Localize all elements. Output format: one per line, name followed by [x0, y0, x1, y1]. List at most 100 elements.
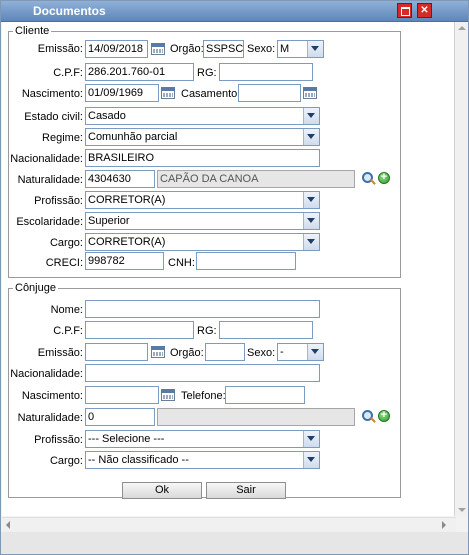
search-icon[interactable] [362, 410, 376, 424]
naturalidade-city-field: CAPÃO DA CANOA [157, 170, 355, 188]
rg-label: RG: [197, 67, 217, 79]
form-content: Cliente Emissão: 14/09/2018 Orgão: SSPSC… [2, 22, 455, 516]
estado-civil-label: Estado civil: [24, 111, 83, 123]
calendar-icon[interactable] [149, 40, 167, 58]
chevron-down-icon [303, 108, 319, 124]
conjuge-cpf-label: C.P.F: [53, 325, 83, 337]
chevron-down-icon [303, 431, 319, 447]
window-footer [1, 532, 468, 554]
search-icon[interactable] [362, 172, 376, 186]
scroll-up-icon[interactable] [458, 26, 466, 30]
conjuge-profissao-select[interactable]: --- Selecione --- [85, 430, 320, 448]
horizontal-scrollbar[interactable] [2, 517, 456, 532]
conjuge-emissao-label: Emissão: [37, 347, 83, 359]
vertical-scrollbar[interactable] [456, 22, 468, 516]
chevron-down-icon [303, 234, 319, 250]
cliente-legend: Cliente [15, 25, 50, 37]
nacionalidade-field[interactable]: BRASILEIRO [85, 149, 320, 167]
nascimento-label: Nascimento: [21, 88, 83, 100]
add-icon[interactable]: + [378, 410, 390, 422]
conjuge-profissao-label: Profissão: [34, 434, 83, 446]
estado-civil-value: Casado [88, 110, 126, 122]
escolaridade-label: Escolaridade: [16, 216, 83, 228]
conjuge-sexo-label: Sexo: [247, 347, 276, 359]
rg-field[interactable] [219, 63, 313, 81]
conjuge-cargo-label: Cargo: [49, 455, 83, 467]
conjuge-cpf-field[interactable] [85, 321, 194, 339]
conjuge-sexo-select[interactable]: - [277, 343, 324, 361]
conjuge-telefone-label: Telefone: [181, 390, 226, 402]
emissao-label: Emissão: [37, 43, 83, 55]
chevron-down-icon [303, 129, 319, 145]
scroll-left-icon[interactable] [6, 521, 10, 529]
calendar-icon[interactable] [301, 84, 319, 102]
emissao-field[interactable]: 14/09/2018 [85, 40, 148, 58]
conjuge-nacionalidade-label: Nacionalidade: [10, 368, 83, 380]
cnh-label: CNH: [168, 257, 195, 269]
conjuge-telefone-field[interactable] [225, 386, 305, 404]
add-icon[interactable]: + [378, 172, 390, 184]
close-icon[interactable]: ✕ [417, 3, 432, 18]
conjuge-orgao-field[interactable] [205, 343, 245, 361]
nascimento-field[interactable]: 01/09/1969 [85, 84, 159, 102]
naturalidade-label: Naturalidade: [17, 174, 83, 186]
creci-field[interactable]: 998782 [85, 252, 164, 270]
naturalidade-code-field[interactable]: 4304630 [85, 170, 155, 188]
sexo-select[interactable]: M [277, 40, 324, 58]
regime-value: Comunhão parcial [88, 131, 178, 143]
conjuge-profissao-value: --- Selecione --- [88, 433, 165, 445]
chevron-down-icon [307, 41, 323, 57]
cargo-value: CORRETOR(A) [88, 236, 166, 248]
conjuge-nome-label: Nome: [50, 304, 83, 316]
calendar-icon[interactable] [159, 386, 177, 404]
conjuge-orgao-label: Orgão: [170, 347, 204, 359]
calendar-icon[interactable] [159, 84, 177, 102]
sexo-select-value: M [280, 43, 290, 55]
profissao-value: CORRETOR(A) [88, 194, 166, 206]
cnh-field[interactable] [196, 252, 296, 270]
profissao-label: Profissão: [34, 195, 83, 207]
conjuge-naturalidade-code-field[interactable]: 0 [85, 408, 155, 426]
chevron-down-icon [303, 192, 319, 208]
conjuge-cargo-value: -- Não classificado -- [88, 454, 189, 466]
conjuge-emissao-field[interactable] [85, 343, 148, 361]
calendar-icon[interactable] [149, 343, 167, 361]
chevron-down-icon [303, 452, 319, 468]
conjuge-nascimento-label: Nascimento: [21, 390, 83, 402]
conjuge-rg-field[interactable] [219, 321, 313, 339]
scroll-right-icon[interactable] [442, 521, 446, 529]
creci-label: CRECI: [45, 257, 83, 269]
documentos-window: Documentos ✕ Cliente Emissão: 14/09/2018… [0, 0, 469, 555]
conjuge-sexo-value: - [280, 346, 284, 358]
maximize-icon[interactable] [397, 3, 412, 18]
conjuge-nacionalidade-field[interactable] [85, 364, 320, 382]
regime-label: Regime: [42, 132, 83, 144]
orgao-field[interactable]: SSPSC [203, 40, 244, 58]
window-title: Documentos [33, 4, 106, 18]
conjuge-nascimento-field[interactable] [85, 386, 159, 404]
conjuge-legend: Cônjuge [15, 282, 56, 294]
conjuge-naturalidade-city-field [157, 408, 355, 426]
orgao-label: Orgão: [170, 43, 204, 55]
scroll-down-icon[interactable] [458, 508, 466, 512]
casamento-field[interactable] [238, 84, 301, 102]
conjuge-naturalidade-label: Naturalidade: [17, 412, 83, 424]
cpf-label: C.P.F: [53, 67, 83, 79]
cpf-field[interactable]: 286.201.760-01 [85, 63, 194, 81]
chevron-down-icon [307, 344, 323, 360]
estado-civil-select[interactable]: Casado [85, 107, 320, 125]
nacionalidade-label: Nacionalidade: [10, 153, 83, 165]
conjuge-cargo-select[interactable]: -- Não classificado -- [85, 451, 320, 469]
ok-button[interactable]: Ok [122, 482, 202, 499]
regime-select[interactable]: Comunhão parcial [85, 128, 320, 146]
sair-button[interactable]: Sair [206, 482, 286, 499]
sexo-label: Sexo: [247, 43, 276, 55]
cargo-select[interactable]: CORRETOR(A) [85, 233, 320, 251]
title-bar[interactable]: Documentos ✕ [1, 1, 468, 22]
escolaridade-select[interactable]: Superior [85, 212, 320, 230]
escolaridade-value: Superior [88, 215, 130, 227]
profissao-select[interactable]: CORRETOR(A) [85, 191, 320, 209]
conjuge-nome-field[interactable] [85, 300, 320, 318]
casamento-label: Casamento: [181, 88, 241, 100]
chevron-down-icon [303, 213, 319, 229]
